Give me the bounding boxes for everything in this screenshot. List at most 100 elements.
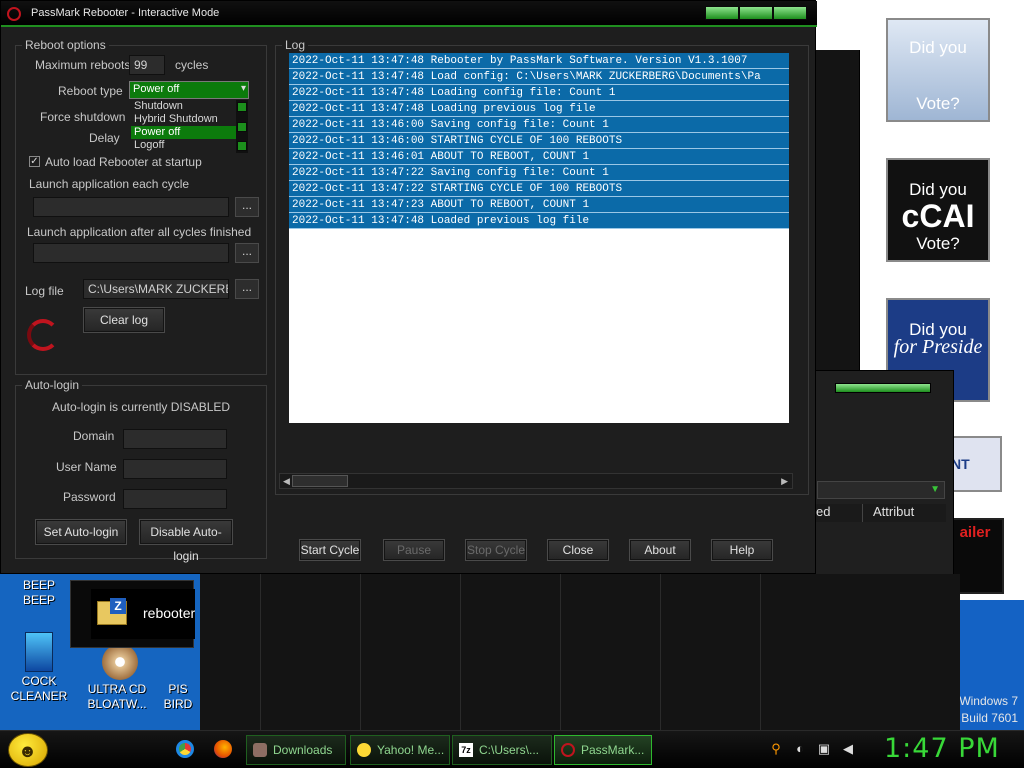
launch-after-input[interactable] [33,243,229,263]
scroll-up-thumb[interactable] [237,102,247,112]
max-reboots-input[interactable]: 99 [129,55,165,75]
desktop-icon-beep[interactable]: BEEP BEEP [10,578,68,608]
set-auto-login-button[interactable]: Set Auto-login [35,519,127,545]
scroll-thumb[interactable] [237,122,247,132]
7zip-icon: 7z [459,743,473,757]
cycles-label: cycles [175,58,209,72]
chevron-down-icon: ▼ [930,484,940,495]
scroll-right-icon[interactable]: ▶ [781,476,788,487]
disable-auto-login-button[interactable]: Disable Auto-login [139,519,233,563]
speaker-icon[interactable]: ◀ [840,741,856,757]
dropdown-option-shutdown[interactable]: Shutdown [131,100,239,113]
explorer-content: Z rebooter [91,589,195,639]
about-button[interactable]: About [629,539,691,561]
poster-text: Did you [909,180,967,199]
scroll-thumb[interactable] [292,475,348,487]
taskbar-item-7zip[interactable]: 7z C:\Users\... [452,735,552,765]
cd-icon [102,644,138,680]
poster-text: Vote? [916,94,960,113]
log-horizontal-scrollbar[interactable]: ◀ ▶ [279,473,793,489]
downloads-icon [253,743,267,757]
auto-load-checkbox[interactable]: ✓ [29,156,40,167]
pause-button[interactable]: Pause [383,539,445,561]
rebooter-logo-icon [27,319,59,351]
minimize-button[interactable] [705,6,739,20]
explorer-window-preview[interactable]: Z rebooter [70,580,195,648]
title-bar[interactable]: PassMark Rebooter - Interactive Mode [1,1,817,27]
firefox-icon[interactable] [214,740,232,758]
log-line[interactable]: 2022-Oct-11 13:46:00 STARTING CYCLE OF 1… [289,133,789,149]
desktop-icon-label: PIS [168,682,188,696]
column-header-attributes[interactable]: Attribut [862,504,946,522]
poster-text: Did you [909,38,967,57]
reboot-type-dropdown[interactable]: Power off ▾ Shutdown Hybrid Shutdown Pow… [129,81,249,153]
dropdown-option-logoff[interactable]: Logoff [131,139,239,152]
domain-input[interactable] [123,429,227,449]
desktop-icon-pis-bird[interactable]: PIS BIRD [156,648,200,712]
force-shutdown-label: Force shutdown [40,110,126,124]
desktop-icon-cock-cleaner[interactable]: COCK CLEANER [4,632,74,704]
background-dropdown[interactable]: ▼ [817,481,945,499]
clock[interactable]: 1:47 PM [884,733,1000,764]
launch-each-cycle-input[interactable] [33,197,229,217]
browse-log-file-button[interactable]: ... [235,279,259,299]
maximize-button[interactable] [739,6,773,20]
reboot-type-selected[interactable]: Power off [130,82,248,98]
max-reboots-label: Maximum reboots [35,58,131,72]
dropdown-option-power-off[interactable]: Power off [131,126,239,139]
log-line[interactable]: 2022-Oct-11 13:47:48 Loaded previous log… [289,213,789,229]
password-input[interactable] [123,489,227,509]
windows-build-watermark: Build 7601 [961,711,1018,725]
desktop-icon-ultra-cd[interactable]: ULTRA CD BLOATW... [80,644,154,712]
windows-version-watermark: Windows 7 [959,694,1018,708]
help-button[interactable]: Help [711,539,773,561]
taskbar-item-downloads[interactable]: Downloads [246,735,346,765]
column-divider [460,574,461,730]
log-line[interactable]: 2022-Oct-11 13:47:48 Rebooter by PassMar… [289,53,789,69]
password-label: Password [63,490,116,504]
browse-each-cycle-button[interactable]: ... [235,197,259,217]
log-line[interactable]: 2022-Oct-11 13:47:22 Saving config file:… [289,165,789,181]
group-label: Auto-login [22,378,83,392]
log-file-input[interactable]: C:\Users\MARK ZUCKERBE [83,279,229,299]
scroll-left-icon[interactable]: ◀ [283,476,290,487]
poster-did-you-vote-2: Did you cCAI Vote? [886,158,990,262]
taskbar-item-yahoo[interactable]: Yahoo! Me... [350,735,450,765]
start-button[interactable]: ☻ [8,733,48,767]
taskbar-item-label: PassMark... [581,743,645,757]
search-icon[interactable]: ⚲ [768,741,784,757]
chevron-down-icon[interactable]: ▾ [241,83,246,94]
stop-cycle-button[interactable]: Stop Cycle [465,539,527,561]
log-line[interactable]: 2022-Oct-11 13:47:48 Loading previous lo… [289,101,789,117]
desktop-icon-label: COCK [21,674,57,688]
dropdown-option-hybrid-shutdown[interactable]: Hybrid Shutdown [131,113,239,126]
log-line[interactable]: 2022-Oct-11 13:47:22 STARTING CYCLE OF 1… [289,181,789,197]
domain-label: Domain [73,429,115,443]
taskbar: ☻ Downloads Yahoo! Me... 7z C:\Users\...… [0,730,1024,768]
chrome-icon[interactable] [176,740,194,758]
column-divider [760,574,761,730]
smiley-icon: ☻ [18,741,37,761]
log-line[interactable]: 2022-Oct-11 13:47:48 Load config: C:\Use… [289,69,789,85]
group-label: Log [282,38,309,52]
log-line[interactable]: 2022-Oct-11 13:46:01 ABOUT TO REBOOT, CO… [289,149,789,165]
clear-log-button[interactable]: Clear log [83,307,165,333]
log-list[interactable]: 2022-Oct-11 13:47:48 Rebooter by PassMar… [289,53,789,423]
close-window-button[interactable] [773,6,807,20]
user-name-input[interactable] [123,459,227,479]
network-icon[interactable]: ▣ [816,741,832,757]
log-line[interactable]: 2022-Oct-11 13:46:00 Saving config file:… [289,117,789,133]
log-line[interactable]: 2022-Oct-11 13:47:23 ABOUT TO REBOOT, CO… [289,197,789,213]
column-header-ed[interactable]: ed [816,504,862,522]
browse-after-button[interactable]: ... [235,243,259,263]
close-button[interactable]: Close [547,539,609,561]
scroll-down-thumb[interactable] [237,141,247,151]
poster-did-you-vote-1: Did you Vote? [886,18,990,122]
taskbar-item-label: C:\Users\... [479,743,540,757]
desktop-icon-label: ULTRA CD [87,682,147,696]
taskbar-item-passmark[interactable]: PassMark... [554,735,652,765]
volume-mixer-icon[interactable]: ◐ [792,741,808,757]
dropdown-scrollbar[interactable] [236,100,248,153]
start-cycle-button[interactable]: Start Cycle [299,539,361,561]
log-line[interactable]: 2022-Oct-11 13:47:48 Loading config file… [289,85,789,101]
